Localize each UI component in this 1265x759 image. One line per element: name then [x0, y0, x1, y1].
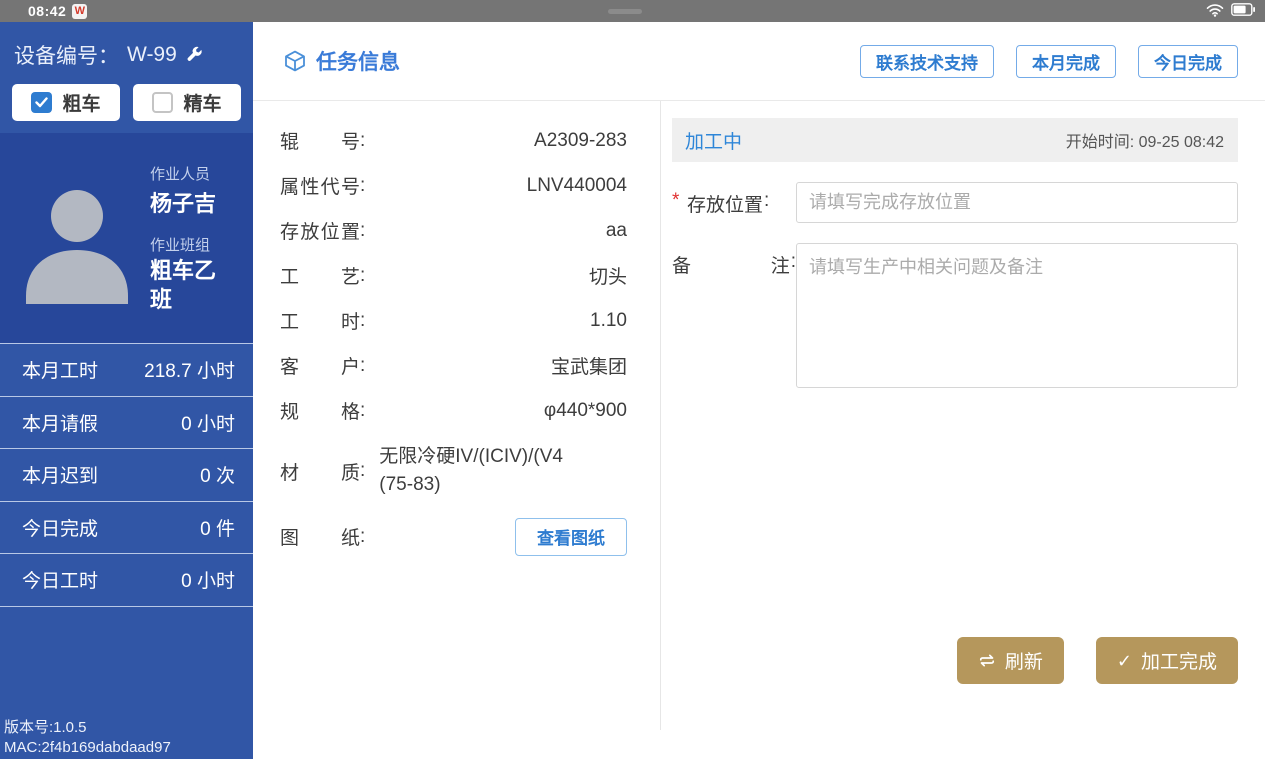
checkbox-checked-icon [31, 92, 52, 113]
mode-rough-label: 粗车 [62, 89, 100, 116]
processing-status-bar: 加工中 开始时间: 09-25 08:42 [672, 118, 1238, 162]
main-header: 任务信息 联系技术支持 本月完成 今日完成 [253, 22, 1265, 101]
remark-field-label: 备注 [672, 251, 790, 388]
notification-app-icon: W [72, 4, 87, 19]
checkbox-unchecked-icon [152, 92, 173, 113]
mac-text: MAC:2f4b169dabdaad97 [4, 738, 253, 758]
mode-fine-label: 精车 [183, 89, 221, 116]
wifi-icon [1206, 3, 1224, 20]
operator-name: 杨子吉 [150, 186, 235, 218]
field-spec: 规格: φ440*900 [280, 388, 627, 433]
team-caption: 作业班组 [150, 234, 235, 255]
field-process: 工艺: 切头 [280, 253, 627, 298]
device-number-row: 设备编号： W-99 [12, 36, 241, 84]
complete-processing-button[interactable]: ✓ 加工完成 [1096, 637, 1238, 684]
mode-toggle-fine-turning[interactable]: 精车 [133, 84, 241, 121]
operator-caption: 作业人员 [150, 163, 235, 184]
field-customer: 客户: 宝武集团 [280, 343, 627, 388]
stat-today-done: 今日完成 0 件 [0, 502, 253, 555]
stat-month-leave: 本月请假 0 小时 [0, 397, 253, 450]
refresh-icon [978, 653, 996, 668]
processing-panel: 加工中 开始时间: 09-25 08:42 * 存放位置: [661, 101, 1265, 759]
page-title: 任务信息 [316, 46, 400, 76]
refresh-button[interactable]: 刷新 [957, 637, 1064, 684]
sidebar: 设备编号： W-99 粗车 精车 [0, 22, 253, 759]
clock: 08:42 [28, 3, 66, 19]
stat-month-late: 本月迟到 0 次 [0, 449, 253, 502]
wrench-icon[interactable] [185, 46, 204, 65]
main-area: 任务信息 联系技术支持 本月完成 今日完成 辊号: A2309-283 属性代号 [253, 22, 1265, 759]
app-window: 08:42 W 设备编号： W-99 [0, 0, 1265, 759]
start-time-value: 09-25 08:42 [1139, 134, 1224, 151]
avatar [18, 174, 136, 304]
field-work-hours: 工时: 1.10 [280, 298, 627, 343]
today-done-button[interactable]: 今日完成 [1138, 45, 1238, 78]
location-field-label: 存放位置 [687, 190, 763, 223]
remark-textarea[interactable] [796, 243, 1238, 388]
location-input[interactable] [796, 182, 1238, 223]
operator-profile: 作业人员 杨子吉 作业班组 粗车乙班 [0, 133, 253, 343]
version-text: 版本号:1.0.5 [4, 718, 253, 738]
status-bar: 08:42 W [0, 0, 1265, 22]
stats-list: 本月工时 218.7 小时 本月请假 0 小时 本月迟到 0 次 今日完成 0 … [0, 343, 253, 607]
location-form-row: * 存放位置: [672, 182, 1238, 223]
month-done-button[interactable]: 本月完成 [1016, 45, 1116, 78]
battery-icon [1231, 3, 1255, 19]
view-drawing-button[interactable]: 查看图纸 [515, 518, 627, 556]
check-icon: ✓ [1117, 652, 1132, 670]
field-drawing: 图纸: 查看图纸 [280, 514, 627, 559]
stat-today-hours: 今日工时 0 小时 [0, 554, 253, 607]
required-asterisk: * [672, 190, 687, 223]
task-cube-icon [283, 49, 307, 73]
field-material: 材质: 无限冷硬IV/(ICIV)/(V4 (75-83) [280, 433, 627, 509]
remark-form-row: 备注: [672, 243, 1238, 388]
start-time-label: 开始时间: [1066, 134, 1134, 151]
task-detail-fields: 辊号: A2309-283 属性代号: LNV440004 存放位置: aa 工… [253, 101, 661, 730]
team-name: 粗车乙班 [150, 257, 235, 314]
field-attribute-code: 属性代号: LNV440004 [280, 163, 627, 208]
camera-notch [608, 9, 642, 14]
device-number-label: 设备编号： [14, 40, 119, 70]
mode-toggle-rough-turning[interactable]: 粗车 [12, 84, 120, 121]
device-number-value: W-99 [127, 43, 177, 67]
contact-support-button[interactable]: 联系技术支持 [860, 45, 994, 78]
field-storage-location: 存放位置: aa [280, 208, 627, 253]
stat-month-hours: 本月工时 218.7 小时 [0, 344, 253, 397]
field-roll-number: 辊号: A2309-283 [280, 118, 627, 163]
status-text: 加工中 [685, 127, 742, 154]
